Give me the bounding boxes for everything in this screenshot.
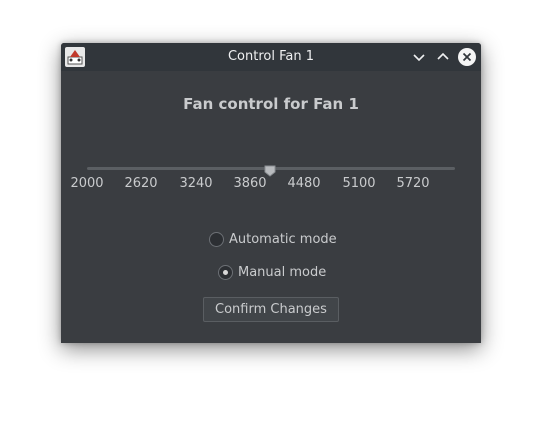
manual-mode-label: Manual mode — [238, 265, 327, 280]
slider-tick-label: 5720 — [396, 176, 430, 191]
automatic-mode-radio[interactable] — [209, 232, 224, 247]
titlebar[interactable]: Control Fan 1 — [61, 43, 481, 71]
automatic-mode-option[interactable]: Automatic mode — [209, 232, 337, 247]
close-icon — [458, 48, 476, 66]
slider-tick-label: 2000 — [70, 176, 104, 191]
manual-mode-option[interactable]: Manual mode — [218, 265, 326, 280]
close-button[interactable] — [457, 47, 477, 67]
maximize-button[interactable] — [433, 47, 453, 67]
slider-tick-label: 4480 — [287, 176, 321, 191]
manual-mode-radio[interactable] — [218, 265, 233, 280]
chevron-up-icon — [437, 52, 449, 60]
slider-tick-label: 3860 — [233, 176, 267, 191]
confirm-changes-button[interactable]: Confirm Changes — [203, 297, 339, 322]
slider-tick-label: 3240 — [179, 176, 213, 191]
slider-tick-label: 2620 — [124, 176, 158, 191]
automatic-mode-label: Automatic mode — [229, 232, 337, 247]
page-title: Fan control for Fan 1 — [183, 95, 359, 113]
minimize-button[interactable] — [409, 47, 429, 67]
fan-control-window: Control Fan 1 Fan control for Fan 1 2000… — [61, 43, 481, 343]
chevron-down-icon — [413, 54, 425, 62]
slider-tick-label: 5100 — [342, 176, 376, 191]
fan-speed-slider-handle[interactable] — [264, 162, 276, 177]
